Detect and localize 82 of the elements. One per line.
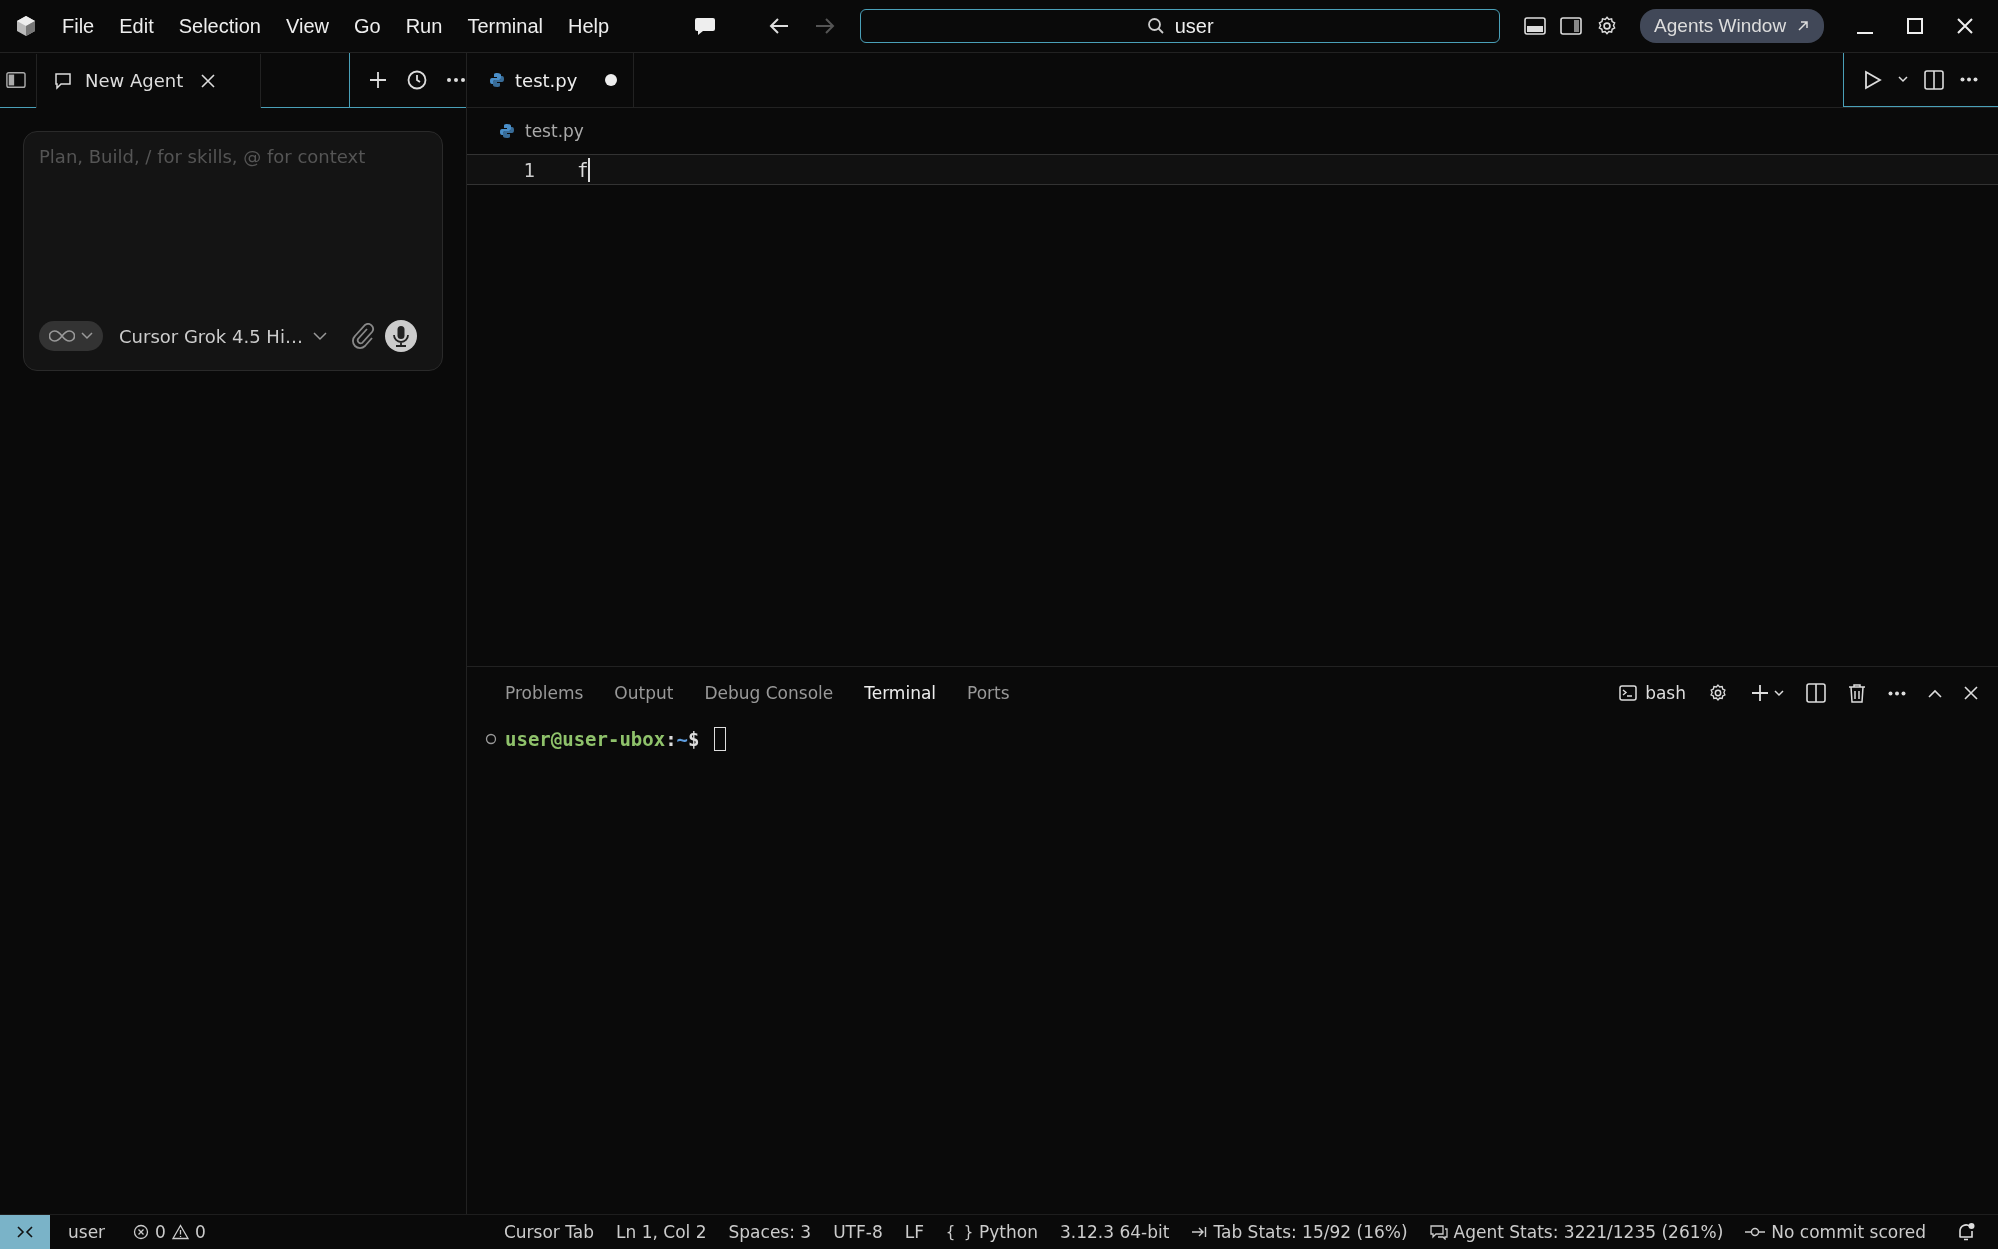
search-icon xyxy=(1146,17,1165,35)
status-item[interactable]: Agent Stats: 3221/1235 (261%) xyxy=(1429,1222,1724,1242)
status-item[interactable]: { } Python xyxy=(945,1222,1038,1242)
status-item[interactable]: user xyxy=(68,1222,106,1242)
external-arrow-icon xyxy=(1796,19,1811,33)
panel-tab[interactable]: Debug Console xyxy=(704,683,834,703)
trash-icon[interactable] xyxy=(1848,683,1866,703)
remote-icon xyxy=(16,1224,34,1240)
close-icon[interactable] xyxy=(1956,17,1975,35)
commit-icon xyxy=(1745,1226,1766,1238)
more-icon[interactable] xyxy=(1888,690,1906,696)
sidebar-toggle-icon[interactable] xyxy=(6,71,26,89)
panel-layout-icon[interactable] xyxy=(1524,17,1547,35)
split-editor-icon[interactable] xyxy=(1924,69,1944,90)
back-arrow-icon[interactable] xyxy=(768,17,791,35)
more-icon[interactable] xyxy=(1960,77,1978,82)
status-item[interactable]: Ln 1, Col 2 xyxy=(616,1222,707,1242)
menu-item[interactable]: Terminal xyxy=(467,14,543,38)
split-terminal-icon[interactable] xyxy=(1806,683,1826,703)
infinity-icon xyxy=(49,329,75,343)
agents-window-button[interactable]: Agents Window xyxy=(1640,9,1825,43)
microphone-button[interactable] xyxy=(384,320,417,352)
python-file-icon xyxy=(499,123,515,139)
status-item[interactable]: Tab Stats: 15/92 (16%) xyxy=(1191,1222,1408,1242)
search-field[interactable]: user xyxy=(860,9,1501,43)
menu-item[interactable]: View xyxy=(286,14,329,38)
error-icon xyxy=(133,1224,150,1240)
terminal-selector[interactable]: bash xyxy=(1619,683,1686,703)
status-item[interactable]: No commit scored xyxy=(1745,1222,1926,1242)
panel-tab[interactable]: Problems xyxy=(505,683,584,703)
command-status-icon xyxy=(485,733,497,745)
status-item[interactable]: UTF-8 xyxy=(833,1222,883,1242)
remote-button[interactable] xyxy=(0,1215,50,1249)
app-logo-icon xyxy=(14,14,38,38)
paperclip-icon[interactable] xyxy=(350,323,375,349)
panel-tab[interactable]: Ports xyxy=(967,683,1010,703)
settings-icon[interactable] xyxy=(1708,683,1728,703)
more-icon[interactable] xyxy=(446,77,466,83)
terminal-prompt: user@user-ubox:~$ xyxy=(505,728,700,750)
history-icon[interactable] xyxy=(406,69,428,91)
menu-item[interactable]: Selection xyxy=(178,14,261,38)
tab-arrow-icon xyxy=(1191,1225,1208,1239)
chat-bubbles-icon xyxy=(1429,1224,1448,1240)
python-file-icon xyxy=(489,72,505,88)
sidebar-layout-icon[interactable] xyxy=(1560,17,1583,35)
prompt-field[interactable]: Plan, Build, / for skills, @ for context Cursor Grok 4.5 Hi… xyxy=(23,131,443,371)
agent-tab[interactable]: New Agent xyxy=(35,53,261,108)
status-item[interactable]: 3.12.3 64-bit xyxy=(1060,1222,1170,1242)
panel-tab[interactable]: Terminal xyxy=(864,683,937,703)
menu-item[interactable]: Go xyxy=(354,14,381,38)
plus-icon[interactable] xyxy=(1750,683,1770,703)
notification-bell-icon[interactable] xyxy=(1956,1222,1976,1242)
line-number: 1 xyxy=(522,158,535,181)
status-item[interactable]: Spaces: 3 xyxy=(728,1222,812,1242)
status-item[interactable]: Cursor Tab xyxy=(503,1222,595,1242)
panel-tab[interactable]: Output xyxy=(614,683,674,703)
close-icon[interactable] xyxy=(201,73,216,88)
plus-icon[interactable] xyxy=(368,70,388,90)
maximize-icon[interactable] xyxy=(1906,17,1925,35)
chat-icon[interactable] xyxy=(694,16,717,36)
chat-bubble-icon xyxy=(52,70,73,91)
chevron-down-icon xyxy=(81,332,93,340)
model-selector[interactable]: Cursor Grok 4.5 Hi… xyxy=(119,325,303,347)
text-cursor xyxy=(588,157,591,182)
menu-item[interactable]: Help xyxy=(567,14,610,38)
terminal-icon xyxy=(1619,685,1638,701)
editor-tab[interactable]: test.py xyxy=(467,53,635,107)
close-icon[interactable] xyxy=(1964,686,1978,700)
breadcrumb-item[interactable]: test.py xyxy=(525,121,584,141)
terminal-cursor xyxy=(713,727,726,751)
chevron-up-icon[interactable] xyxy=(1928,688,1942,698)
problems-status[interactable]: 0 0 xyxy=(133,1222,206,1242)
menu-item[interactable]: File xyxy=(62,14,95,38)
forward-arrow-icon[interactable] xyxy=(814,17,837,35)
code-line: f xyxy=(577,158,589,181)
mode-selector[interactable] xyxy=(39,321,103,351)
warning-icon xyxy=(171,1224,189,1240)
menu-item[interactable]: Edit xyxy=(119,14,154,38)
chevron-down-icon[interactable] xyxy=(312,331,327,341)
status-item[interactable]: LF xyxy=(904,1222,924,1242)
run-icon[interactable] xyxy=(1864,69,1882,90)
menu-item[interactable]: Run xyxy=(405,14,443,38)
